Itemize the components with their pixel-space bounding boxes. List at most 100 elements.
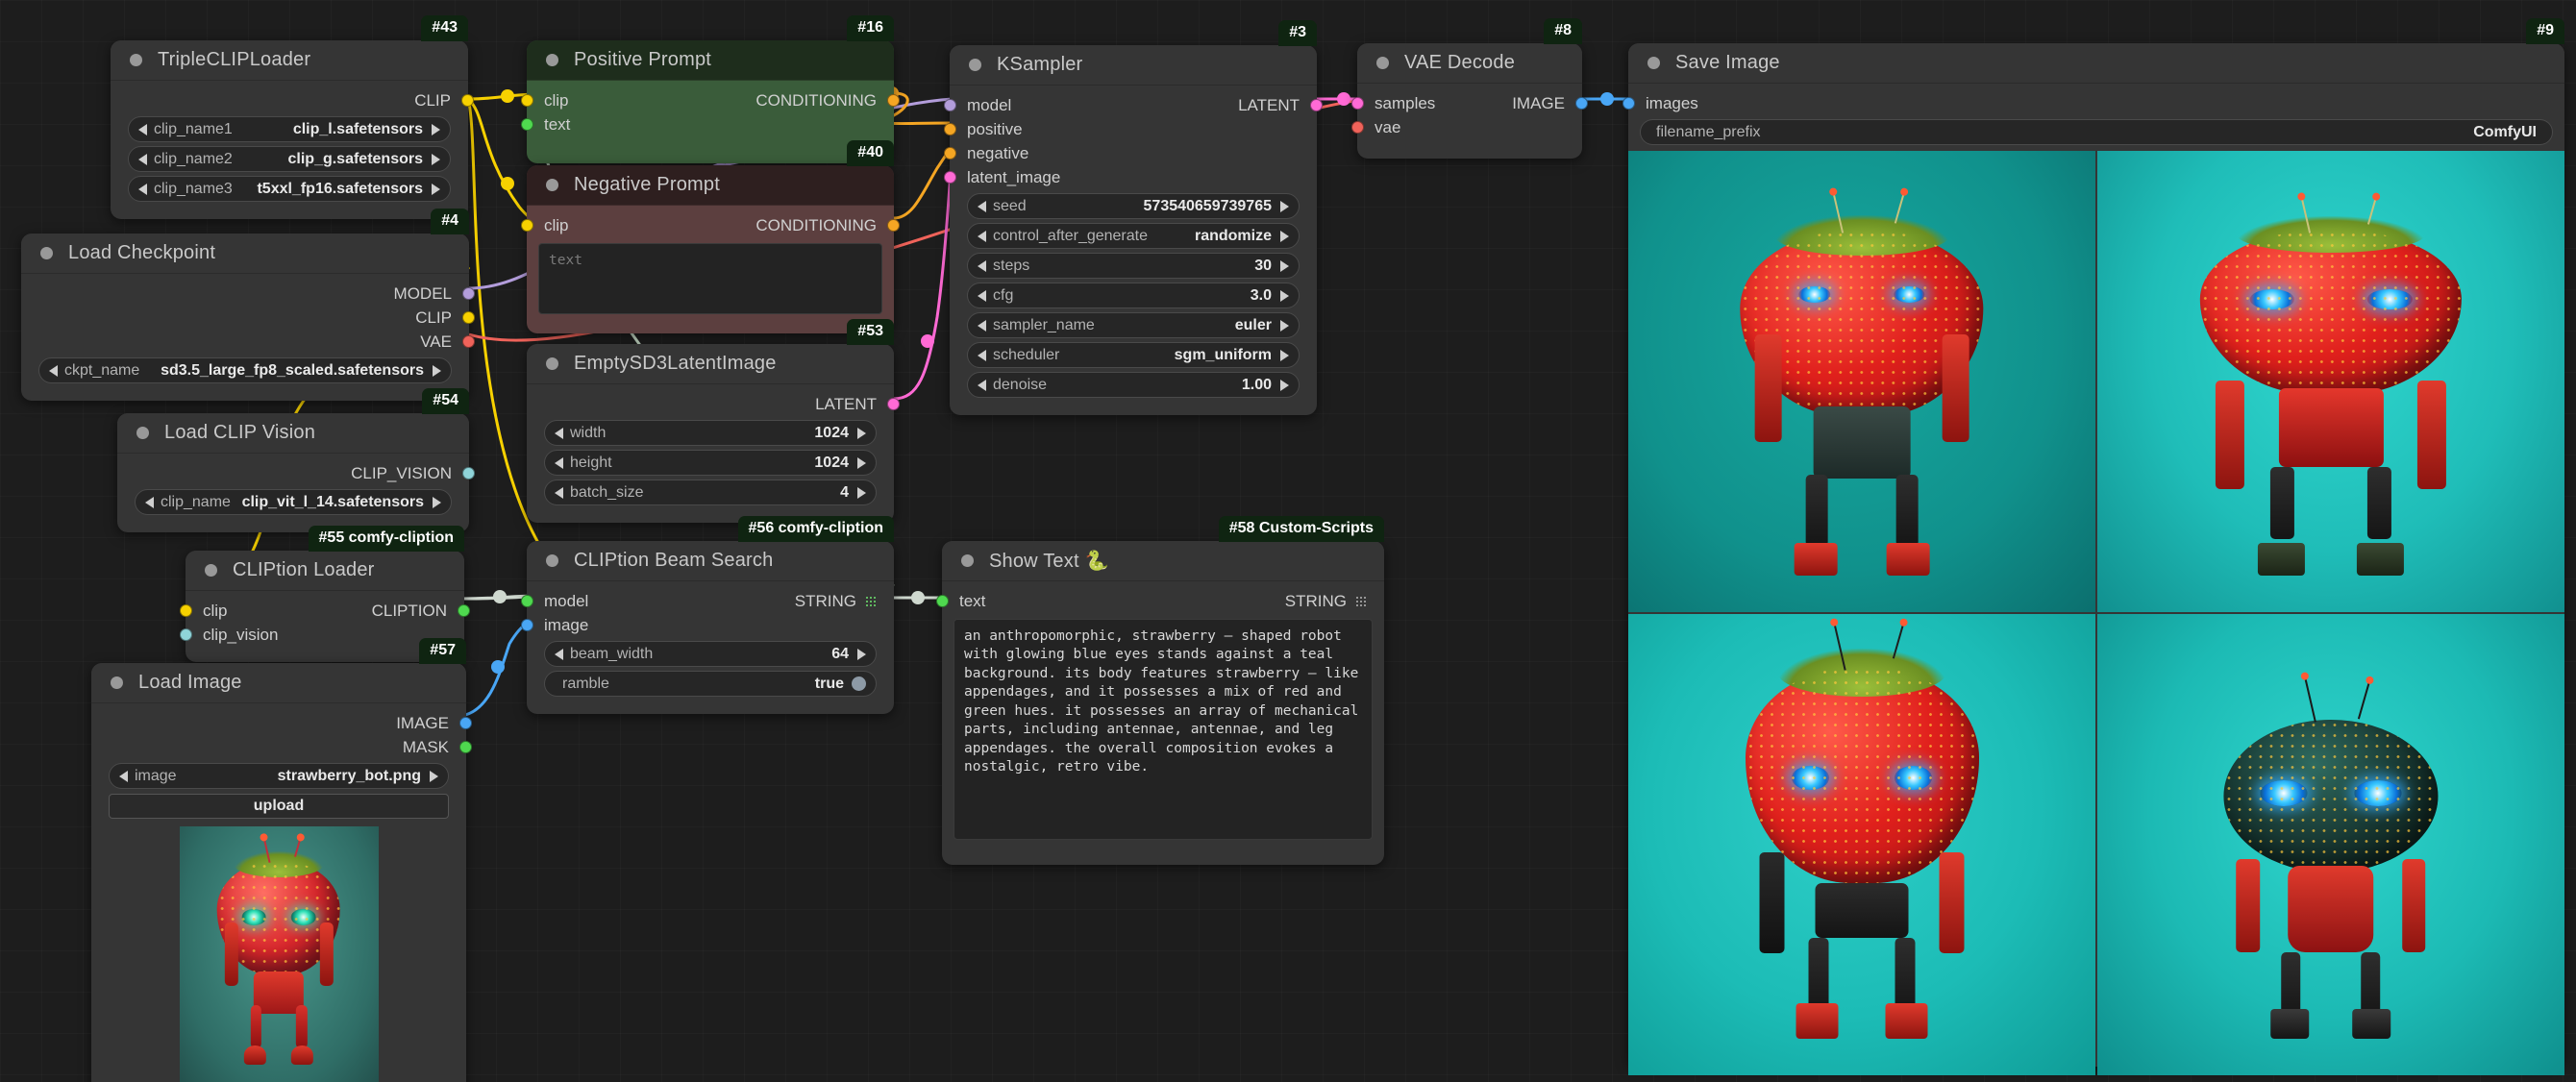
node-title-bar[interactable]: CLIPtion Beam Search	[527, 541, 894, 581]
widget-clip-name3[interactable]: clip_name3 t5xxl_fp16.safetensors	[128, 176, 451, 202]
node-title-bar[interactable]: Negative Prompt	[527, 165, 894, 206]
output-slot-mask[interactable]: MASK	[91, 735, 472, 759]
slot-dot[interactable]	[462, 311, 475, 324]
input-slot-negative[interactable]: negative	[944, 141, 1317, 165]
slot-dot[interactable]	[887, 219, 900, 232]
widget-control-after-generate[interactable]: control_after_generate randomize	[967, 223, 1300, 249]
output-slot-clip[interactable]: CLIP	[21, 306, 475, 330]
increment-icon[interactable]	[433, 364, 441, 377]
widget-steps[interactable]: steps 30	[967, 253, 1300, 279]
slot-dot[interactable]	[936, 595, 949, 607]
node-negative-prompt[interactable]: #40 Negative Prompt clip CONDITIONING te…	[521, 140, 900, 333]
decrement-icon[interactable]	[978, 349, 986, 361]
output-slot-model[interactable]: MODEL	[21, 282, 475, 306]
slot-dot[interactable]	[462, 467, 475, 480]
result-image-3[interactable]	[1628, 614, 2095, 1075]
widget-cfg[interactable]: cfg 3.0	[967, 283, 1300, 308]
widget-height[interactable]: height 1024	[544, 450, 877, 476]
increment-icon[interactable]	[430, 770, 438, 782]
slot-dot[interactable]	[521, 219, 533, 232]
input-slot-image[interactable]: image	[521, 613, 894, 637]
increment-icon[interactable]	[1280, 230, 1289, 242]
slot-dot[interactable]	[1351, 97, 1364, 110]
comfyui-graph-canvas[interactable]: #43 TripleCLIPLoader CLIP clip_name1 cli…	[0, 0, 2576, 1082]
result-image-2[interactable]	[2097, 151, 2564, 612]
image-results-grid[interactable]	[1628, 151, 2564, 1075]
increment-icon[interactable]	[432, 183, 440, 195]
decrement-icon[interactable]	[978, 200, 986, 212]
increment-icon[interactable]	[432, 153, 440, 165]
toggle-knob-icon[interactable]	[852, 676, 866, 691]
collapse-icon[interactable]	[205, 564, 217, 577]
slot-dot[interactable]	[1622, 97, 1635, 110]
slot-dot[interactable]	[461, 94, 474, 107]
decrement-icon[interactable]	[138, 153, 147, 165]
collapse-icon[interactable]	[136, 427, 149, 439]
increment-icon[interactable]	[1280, 259, 1289, 272]
widget-sampler-name[interactable]: sampler_name euler	[967, 312, 1300, 338]
slot-dot[interactable]	[944, 171, 956, 184]
node-title-bar[interactable]: Load Image	[91, 663, 466, 703]
decrement-icon[interactable]	[555, 427, 563, 439]
node-title-bar[interactable]: EmptySD3LatentImage	[527, 344, 894, 384]
decrement-icon[interactable]	[978, 230, 986, 242]
result-image-1[interactable]	[1628, 151, 2095, 612]
slot-dot[interactable]	[1575, 97, 1588, 110]
node-load-clip-vision[interactable]: #54 Load CLIP Vision CLIP_VISION clip_na…	[117, 388, 475, 532]
slot-dot[interactable]	[521, 118, 533, 131]
widget-ramble-toggle[interactable]: ramble true	[544, 671, 877, 697]
collapse-icon[interactable]	[961, 554, 974, 567]
decrement-icon[interactable]	[145, 496, 154, 508]
output-slot-clip-vision[interactable]: CLIP_VISION	[117, 461, 475, 485]
show-text-output[interactable]: an anthropomorphic, strawberry — shaped …	[954, 619, 1373, 840]
decrement-icon[interactable]	[138, 183, 147, 195]
result-image-4[interactable]	[2097, 614, 2564, 1075]
decrement-icon[interactable]	[978, 289, 986, 302]
node-empty-sd3-latent-image[interactable]: #53 EmptySD3LatentImage LATENT width 102…	[527, 319, 900, 523]
widget-clip-name1[interactable]: clip_name1 clip_l.safetensors	[128, 116, 451, 142]
collapse-icon[interactable]	[546, 179, 558, 191]
node-title-bar[interactable]: KSampler	[950, 45, 1317, 86]
increment-icon[interactable]	[1280, 349, 1289, 361]
node-load-checkpoint[interactable]: #4 Load Checkpoint MODEL CLIP VAE ckpt_n…	[21, 209, 475, 401]
slot-dot[interactable]	[458, 604, 470, 617]
output-slot-latent[interactable]: LATENT	[527, 392, 900, 416]
slot-dot[interactable]	[1351, 121, 1364, 134]
slot-dot[interactable]	[944, 123, 956, 135]
collapse-icon[interactable]	[969, 59, 981, 71]
collapse-icon[interactable]	[111, 676, 123, 689]
node-title-bar[interactable]: TripleCLIPLoader	[111, 40, 468, 81]
slot-dot[interactable]	[462, 335, 475, 348]
increment-icon[interactable]	[1280, 379, 1289, 391]
input-slot-vae[interactable]: vae	[1351, 115, 1582, 139]
slot-dot[interactable]	[1310, 99, 1323, 111]
node-triple-clip-loader[interactable]: #43 TripleCLIPLoader CLIP clip_name1 cli…	[111, 15, 474, 219]
increment-icon[interactable]	[857, 456, 866, 469]
node-positive-prompt[interactable]: #16 Positive Prompt clip CONDITIONING te…	[521, 15, 900, 163]
slot-dot[interactable]	[887, 94, 900, 107]
node-ksampler[interactable]: #3 KSampler model LATENT positive negati…	[944, 20, 1323, 415]
output-slot-image[interactable]: IMAGE	[91, 711, 472, 735]
decrement-icon[interactable]	[138, 123, 147, 135]
widget-scheduler[interactable]: scheduler sgm_uniform	[967, 342, 1300, 368]
decrement-icon[interactable]	[978, 259, 986, 272]
increment-icon[interactable]	[433, 496, 441, 508]
negative-text-input[interactable]: text	[538, 243, 882, 314]
input-slot-positive[interactable]: positive	[944, 117, 1317, 141]
slot-dot[interactable]	[521, 595, 533, 607]
collapse-icon[interactable]	[130, 54, 142, 66]
collapse-icon[interactable]	[40, 247, 53, 259]
slot-dot[interactable]	[459, 741, 472, 753]
widget-width[interactable]: width 1024	[544, 420, 877, 446]
widget-seed[interactable]: seed 573540659739765	[967, 193, 1300, 219]
increment-icon[interactable]	[857, 648, 866, 660]
widget-ckpt-name[interactable]: ckpt_name sd3.5_large_fp8_scaled.safeten…	[38, 357, 452, 383]
node-title-bar[interactable]: Load CLIP Vision	[117, 413, 469, 454]
slot-dot[interactable]	[887, 398, 900, 410]
decrement-icon[interactable]	[555, 456, 563, 469]
collapse-icon[interactable]	[1376, 57, 1389, 69]
slot-dot[interactable]	[944, 147, 956, 160]
node-show-text[interactable]: #58 Custom-Scripts Show Text 🐍 text STRI…	[936, 516, 1384, 865]
increment-icon[interactable]	[1280, 319, 1289, 332]
widget-denoise[interactable]: denoise 1.00	[967, 372, 1300, 398]
